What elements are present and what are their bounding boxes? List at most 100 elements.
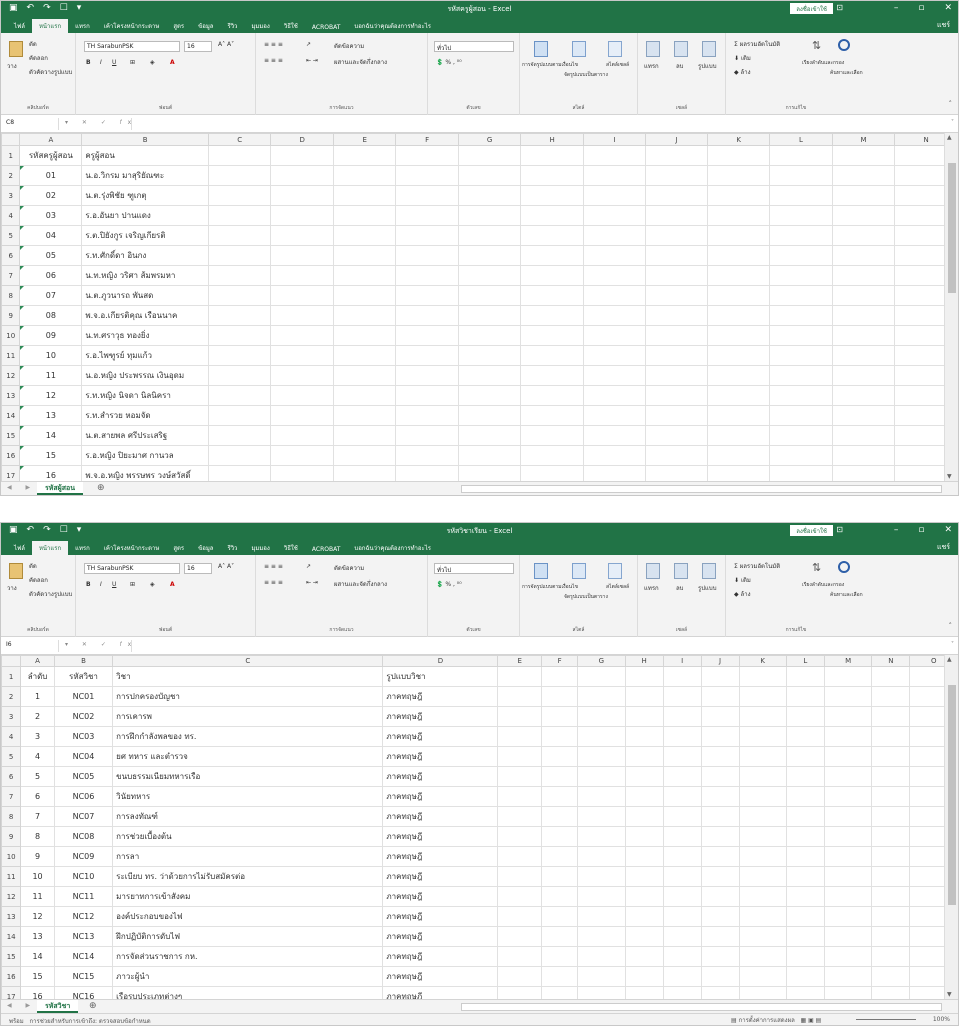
cell-n5[interactable] bbox=[871, 746, 911, 767]
align-left-icon[interactable]: ≡ ≡ ≡ bbox=[264, 57, 283, 64]
cell-h15[interactable] bbox=[520, 425, 584, 446]
column-header-c[interactable]: C bbox=[112, 655, 384, 667]
fill-button[interactable]: ⬇ เติม bbox=[734, 53, 751, 63]
cell-f13[interactable] bbox=[395, 385, 459, 406]
cell-b6[interactable]: ร.ท.ศักดิ์ดา อินกง bbox=[81, 245, 209, 266]
cell-e14[interactable] bbox=[333, 405, 397, 426]
cell-b15[interactable]: น.ต.สายพล ศรีประเสริฐ bbox=[81, 425, 209, 446]
cell-k12[interactable] bbox=[706, 365, 771, 386]
cell-a2[interactable]: 1 bbox=[20, 686, 55, 707]
cut-button[interactable]: ตัด bbox=[29, 561, 37, 571]
cell-g15[interactable] bbox=[457, 425, 522, 446]
cell-a6[interactable]: 05 bbox=[19, 245, 83, 266]
cell-g5[interactable] bbox=[457, 225, 522, 246]
cell-a3[interactable]: 2 bbox=[20, 706, 55, 727]
font-size-select[interactable]: 16 bbox=[184, 41, 212, 52]
cell-e13[interactable] bbox=[333, 385, 397, 406]
cell-m10[interactable] bbox=[831, 325, 896, 346]
cell-e9[interactable] bbox=[497, 826, 543, 847]
cell-g12[interactable] bbox=[457, 365, 522, 386]
cell-d13[interactable] bbox=[270, 385, 335, 406]
cell-i6[interactable] bbox=[662, 766, 702, 787]
italic-icon[interactable]: I bbox=[100, 581, 102, 588]
row-header[interactable]: 1 bbox=[1, 666, 22, 687]
cell-k9[interactable] bbox=[738, 826, 787, 847]
cell-d17[interactable] bbox=[270, 465, 335, 481]
cell-a4[interactable]: 03 bbox=[19, 205, 83, 226]
cell-l16[interactable] bbox=[785, 966, 825, 987]
cell-h1[interactable] bbox=[520, 145, 584, 166]
column-header-f[interactable]: F bbox=[395, 133, 459, 146]
cell-k2[interactable] bbox=[706, 165, 771, 186]
cell-l12[interactable] bbox=[785, 886, 825, 907]
row-header[interactable]: 10 bbox=[1, 846, 22, 867]
copy-button[interactable]: คัดลอก bbox=[29, 53, 48, 63]
cell-f5[interactable] bbox=[541, 746, 579, 767]
cell-a1[interactable]: ลำดับ bbox=[20, 666, 55, 687]
cell-m3[interactable] bbox=[823, 706, 873, 727]
cell-j10[interactable] bbox=[700, 846, 740, 867]
cell-b11[interactable]: ร.อ.ไพฑูรย์ ทุมแก้ว bbox=[81, 345, 209, 366]
cell-j11[interactable] bbox=[700, 866, 740, 887]
cell-b7[interactable]: NC06 bbox=[53, 786, 114, 807]
cell-b6[interactable]: NC05 bbox=[53, 766, 114, 787]
cell-a7[interactable]: 6 bbox=[20, 786, 55, 807]
insert-button[interactable]: แทรก bbox=[644, 583, 659, 593]
row-header[interactable]: 2 bbox=[1, 165, 21, 186]
sort-filter-icon[interactable]: ⇅ bbox=[812, 39, 821, 52]
cell-e1[interactable] bbox=[333, 145, 397, 166]
cell-c12[interactable] bbox=[207, 365, 272, 386]
cell-d7[interactable] bbox=[270, 265, 335, 286]
cell-c7[interactable] bbox=[207, 265, 272, 286]
font-color-icon[interactable]: A bbox=[170, 581, 175, 588]
cell-d10[interactable] bbox=[270, 325, 335, 346]
tab-acrobat[interactable]: ACROBAT bbox=[305, 544, 348, 555]
row-header[interactable]: 3 bbox=[1, 185, 21, 206]
cell-h11[interactable] bbox=[624, 866, 664, 887]
row-header[interactable]: 1 bbox=[1, 145, 21, 166]
cell-g6[interactable] bbox=[457, 245, 522, 266]
cell-c17[interactable] bbox=[207, 465, 272, 481]
cell-m17[interactable] bbox=[823, 986, 873, 999]
name-box[interactable]: C8 bbox=[3, 118, 59, 130]
cell-k14[interactable] bbox=[738, 926, 787, 947]
cell-f6[interactable] bbox=[395, 245, 459, 266]
cell-c4[interactable] bbox=[207, 205, 272, 226]
cell-m6[interactable] bbox=[831, 245, 896, 266]
cell-h11[interactable] bbox=[520, 345, 584, 366]
format-table-icon[interactable] bbox=[572, 563, 586, 579]
row-header[interactable]: 10 bbox=[1, 325, 21, 346]
cell-c5[interactable]: ยศ ทหาร และตำรวจ bbox=[112, 746, 384, 767]
cell-h13[interactable] bbox=[520, 385, 584, 406]
ribbon-display-icon[interactable]: ⊡ bbox=[836, 525, 843, 534]
copy-button[interactable]: คัดลอก bbox=[29, 575, 48, 585]
cell-j1[interactable] bbox=[644, 145, 708, 166]
cell-j4[interactable] bbox=[644, 205, 708, 226]
cell-k1[interactable] bbox=[738, 666, 787, 687]
cell-d17[interactable]: ภาคทฤษฎี bbox=[382, 986, 499, 999]
row-header[interactable]: 4 bbox=[1, 726, 22, 747]
cell-f10[interactable] bbox=[395, 325, 459, 346]
conditional-format-button[interactable]: การจัดรูปแบบตามเงื่อนไข bbox=[522, 583, 578, 591]
cell-m15[interactable] bbox=[823, 946, 873, 967]
cell-h16[interactable] bbox=[520, 445, 584, 466]
cell-e13[interactable] bbox=[497, 906, 543, 927]
cell-j5[interactable] bbox=[644, 225, 708, 246]
cell-e11[interactable] bbox=[333, 345, 397, 366]
cell-b12[interactable]: น.อ.หญิง ประพรรณ เงินอุดม bbox=[81, 365, 209, 386]
cell-m16[interactable] bbox=[831, 445, 896, 466]
cell-c14[interactable] bbox=[207, 405, 272, 426]
cell-l10[interactable] bbox=[769, 325, 833, 346]
cell-i3[interactable] bbox=[662, 706, 702, 727]
cell-h10[interactable] bbox=[624, 846, 664, 867]
cell-b14[interactable]: NC13 bbox=[53, 926, 114, 947]
cell-d2[interactable] bbox=[270, 165, 335, 186]
cell-k15[interactable] bbox=[738, 946, 787, 967]
tab-data[interactable]: ข้อมูล bbox=[191, 19, 220, 33]
cell-a5[interactable]: 04 bbox=[19, 225, 83, 246]
cell-g2[interactable] bbox=[577, 686, 626, 707]
cell-e14[interactable] bbox=[497, 926, 543, 947]
cell-j15[interactable] bbox=[644, 425, 708, 446]
cell-g8[interactable] bbox=[577, 806, 626, 827]
cell-h17[interactable] bbox=[520, 465, 584, 481]
